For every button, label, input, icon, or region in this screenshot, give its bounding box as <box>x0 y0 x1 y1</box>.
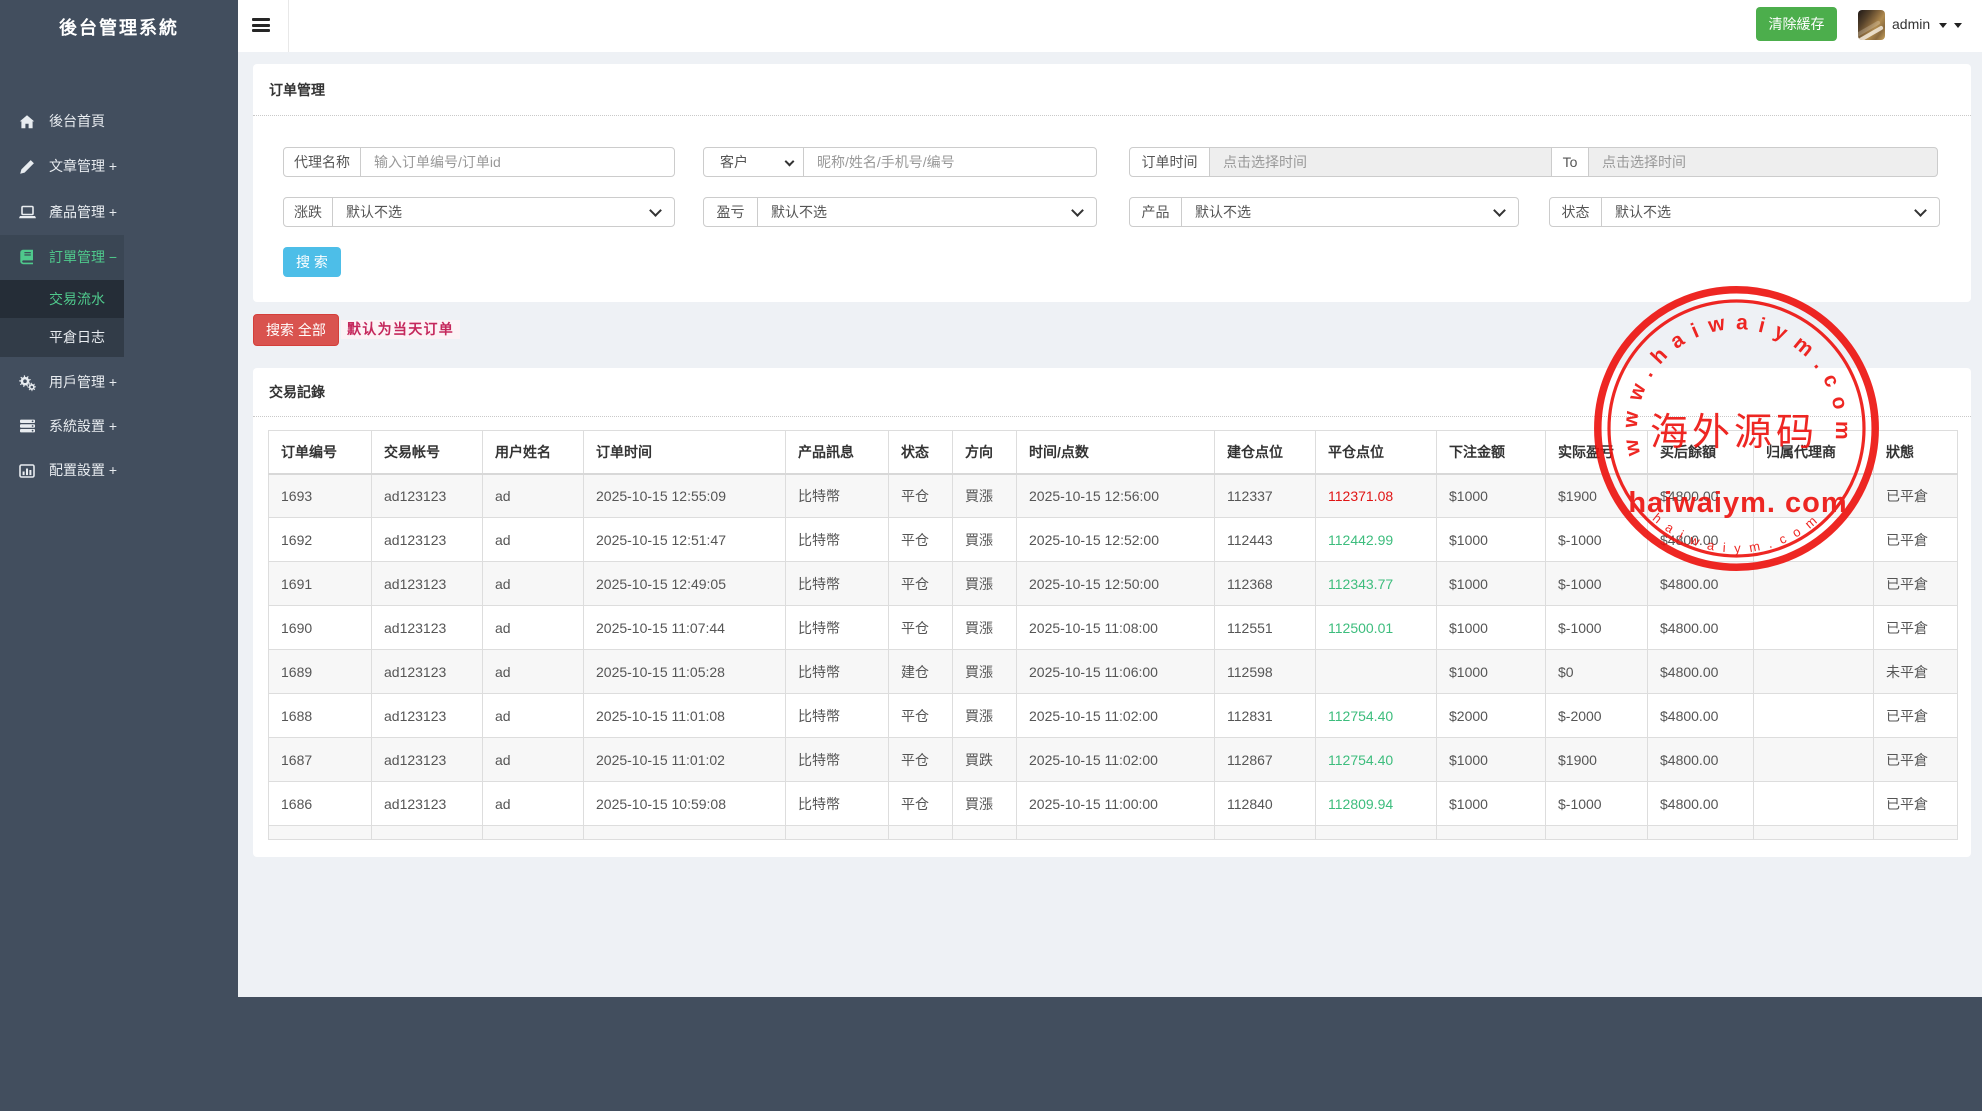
svg-text:海外源码: 海外源码 <box>1650 412 1818 454</box>
